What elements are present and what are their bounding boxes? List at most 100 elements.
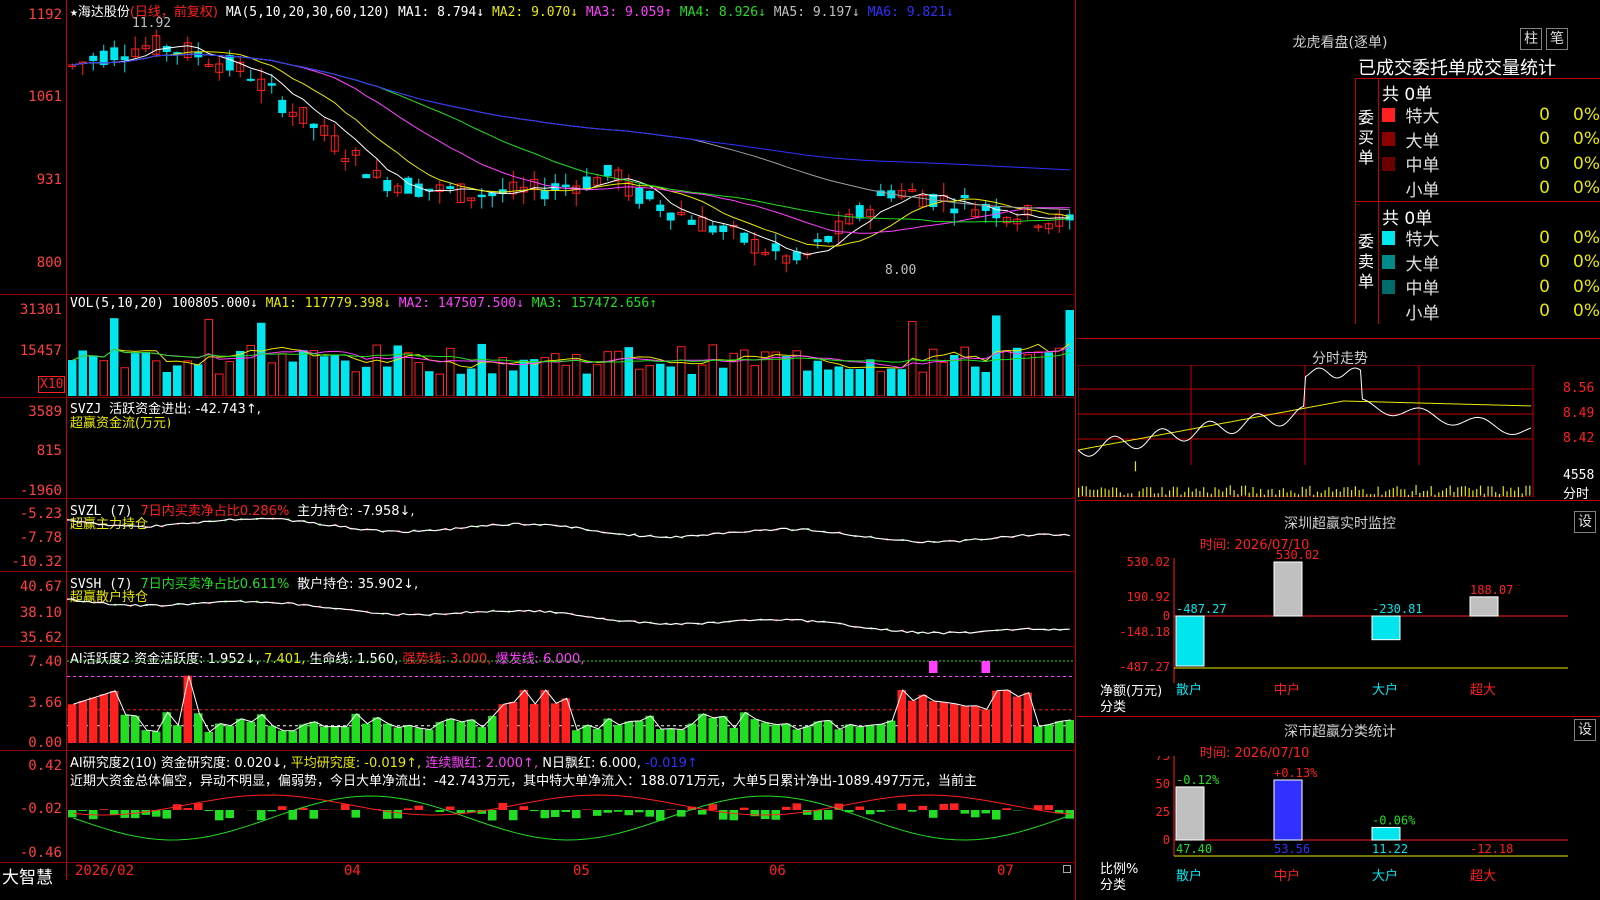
research-bar <box>740 807 749 810</box>
active-bar <box>152 731 161 743</box>
y-label: -0.46 <box>19 845 62 861</box>
active-bar <box>593 728 602 743</box>
intraday-vol-bar <box>1305 488 1307 497</box>
svzj-bar <box>406 444 410 455</box>
buy-name: 小单 <box>1405 180 1440 201</box>
sell-name: 特大 <box>1405 230 1440 250</box>
intraday-vol-bar <box>1263 494 1265 497</box>
svzj-bar <box>165 414 169 455</box>
active-bar <box>89 697 98 743</box>
lock-icon[interactable] <box>1063 865 1071 873</box>
active-bar <box>939 702 948 743</box>
intraday-vol-bar <box>1199 491 1201 497</box>
active-bar <box>99 694 108 743</box>
svzj-bar <box>732 455 736 466</box>
svzj-bar <box>1026 450 1030 455</box>
panel-divider <box>0 571 1076 572</box>
intraday-vol-bar <box>1256 493 1258 497</box>
research-bar <box>645 810 654 817</box>
intraday-vol-bar <box>1407 494 1410 497</box>
sell-row: 小单 0 0% <box>1382 299 1600 324</box>
monitor-category-label: 中户 <box>1274 682 1300 698</box>
intraday-vol-bar <box>1506 491 1508 497</box>
svzj-bar <box>1005 448 1009 455</box>
candle-body <box>110 47 119 61</box>
svzj-bar <box>753 455 757 460</box>
intraday-vol-bar <box>1487 486 1489 497</box>
y-label: 40.67 <box>19 579 62 595</box>
buy-row: 特大 0 0% <box>1382 102 1600 127</box>
research-bar <box>866 810 875 815</box>
app-logo[interactable]: 大智慧 <box>2 863 53 888</box>
volume-bar <box>624 347 633 396</box>
active-bar <box>824 720 833 743</box>
volume-bar <box>939 361 948 396</box>
bar-mode-button[interactable]: 柱 <box>1520 28 1542 50</box>
intraday-vol-bar <box>1400 489 1402 497</box>
kline-chart[interactable] <box>67 14 1075 292</box>
volume-bar <box>194 364 203 396</box>
buy-percent: 0% <box>1573 178 1600 198</box>
ai-research-chart[interactable] <box>67 788 1075 860</box>
sell-percent: 0% <box>1573 252 1600 272</box>
intraday-vol-bar <box>1521 493 1523 497</box>
svzj-chart[interactable] <box>67 400 1075 496</box>
x-axis: 2026/02 04 05 06 07 <box>67 863 1075 880</box>
intraday-vol-bar <box>1423 490 1425 497</box>
research-bar <box>950 803 959 810</box>
intraday-vol-bar <box>1278 490 1281 497</box>
candle-body <box>708 225 717 233</box>
active-bar <box>792 729 801 743</box>
y-label: 15457 <box>19 343 62 359</box>
active-bar <box>656 729 665 743</box>
vol-title: VOL(5,10,20) <box>70 296 164 311</box>
svzj-bar <box>270 451 274 455</box>
active-bar <box>267 725 276 743</box>
volume-bar <box>519 359 528 396</box>
classify-title: 深市超赢分类统计 <box>1284 724 1396 740</box>
intraday-vol-bar <box>1267 489 1269 497</box>
svsh-chart[interactable] <box>67 574 1075 646</box>
buy-color-swatch <box>1382 132 1396 146</box>
volume-bar <box>488 373 497 396</box>
classify-bar <box>1273 779 1303 841</box>
research-bar <box>215 810 224 821</box>
active-bar <box>173 725 182 743</box>
monitor-settings-button[interactable]: 设 <box>1574 511 1596 533</box>
volume-bar <box>719 367 728 396</box>
intraday-vol-bar <box>1172 486 1174 497</box>
sell-count: 0 <box>1539 276 1550 297</box>
ai-research-b: 平均研究度: -0.019↑, <box>290 756 422 771</box>
classify-top-label: -0.12% <box>1176 773 1220 787</box>
volume-bar <box>78 350 87 396</box>
active-bar <box>131 715 140 743</box>
volume-bar <box>257 322 266 396</box>
volume-bar <box>383 366 392 396</box>
intraday-vol-bar <box>1453 491 1455 497</box>
classify-chart[interactable]: 75 50 25 0 -0.12% 47.40 散户 +0.13% 53.56 中户 -0.06% 1… <box>1078 756 1598 900</box>
ai-active-chart[interactable] <box>67 648 1075 748</box>
monitor-chart[interactable]: 530.02 190.92 0 -148.18 -487.27 -487.27 散户 530.… <box>1078 548 1598 700</box>
candle-body <box>645 190 654 200</box>
research-bar <box>488 810 497 821</box>
volume-chart[interactable] <box>67 310 1075 396</box>
svzj-bar <box>910 454 914 455</box>
intraday-vol-bar <box>1525 485 1527 496</box>
volume-bar <box>425 371 434 396</box>
volume-bar <box>698 364 707 396</box>
intraday-vol-bar <box>1388 489 1391 497</box>
candle-body <box>309 123 318 129</box>
candle-body <box>225 55 234 71</box>
svzl-chart[interactable] <box>67 500 1075 570</box>
y-label: 931 <box>36 172 62 188</box>
vol-ma2: MA2: 147507.500↓ <box>398 296 524 311</box>
monitor-bar <box>1273 561 1303 617</box>
volume-bar <box>971 366 980 396</box>
classify-settings-button[interactable]: 设 <box>1574 719 1596 741</box>
intraday-chart[interactable] <box>1078 365 1598 497</box>
intraday-vol-bar <box>1369 494 1372 497</box>
classify-category-label: 中户 <box>1274 868 1300 884</box>
svzj-bar <box>522 453 526 455</box>
tick-mode-button[interactable]: 笔 <box>1546 28 1568 50</box>
candle-body <box>855 205 864 219</box>
